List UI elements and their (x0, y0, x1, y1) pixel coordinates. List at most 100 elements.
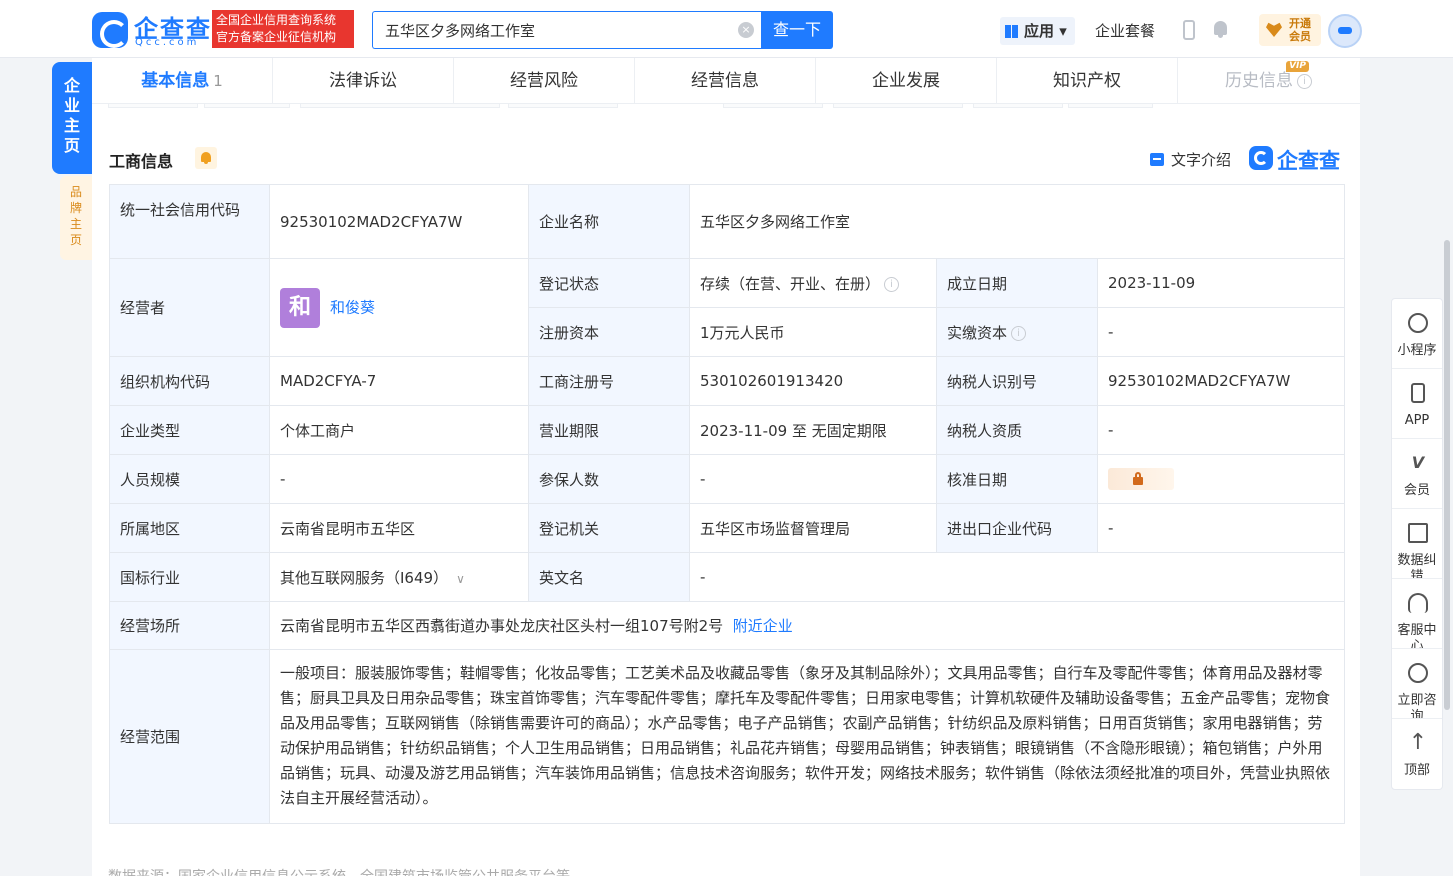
tab-operation[interactable]: 经营信息 (635, 58, 816, 104)
staff-value: - (269, 454, 529, 504)
industry-cell[interactable]: 其他互联网服务（I649） ∨ (269, 552, 529, 602)
edit-icon (1408, 523, 1428, 543)
capital-value: 1万元人民币 (689, 307, 937, 357)
headset-icon (1408, 593, 1428, 613)
insured-value: - (689, 454, 937, 504)
mini-program-icon (1408, 313, 1428, 333)
type-label: 企业类型 (109, 405, 270, 455)
vip-button[interactable]: V 会员 (1392, 439, 1442, 509)
user-avatar[interactable] (1328, 14, 1362, 48)
company-home-tab[interactable]: 企业主页 (52, 62, 92, 174)
vip-open-line-1: 开通 (1289, 17, 1311, 30)
right-item-label: 数据纠错 (1397, 553, 1437, 579)
company-name-label: 企业名称 (528, 184, 690, 259)
info-icon[interactable]: i (1297, 73, 1312, 89)
tab-basic-info[interactable]: 基本信息 1 (92, 58, 273, 104)
text-intro-button[interactable]: 文字介绍 (1150, 149, 1231, 170)
tab-history[interactable]: 历史信息 i VIP (1178, 58, 1359, 104)
org-code-value: MAD2CFYA-7 (269, 356, 529, 406)
founded-label: 成立日期 (936, 258, 1098, 308)
operator-cell: 和和俊葵 (269, 258, 529, 357)
data-source-note: 数据来源：国家企业信用信息公示系统、全国建筑市场监管公共服务平台等 (108, 866, 570, 876)
back-to-top-button[interactable]: ↑ 顶部 (1392, 719, 1442, 789)
qcc-logo-icon (1249, 146, 1273, 170)
qcc-logo-icon[interactable] (92, 12, 128, 48)
taxpayer-id-label: 纳税人识别号 (936, 356, 1098, 406)
search-button[interactable]: 查一下 (761, 11, 833, 49)
enterprise-package-link[interactable]: 企业套餐 (1095, 20, 1155, 41)
qcc-watermark: 企查查 (1249, 145, 1340, 175)
mini-program-button[interactable]: 小程序 (1392, 299, 1442, 369)
capital-label: 注册资本 (528, 307, 690, 357)
scope-label: 经营范围 (109, 649, 270, 824)
insured-label: 参保人数 (528, 454, 690, 504)
region-value: 云南省昆明市五华区 (269, 503, 529, 553)
address-cell: 云南省昆明市五华区西翥街道办事处龙庆社区头村一组107号附2号 附近企业 (268, 601, 1346, 650)
clear-icon[interactable]: × (738, 22, 754, 38)
taxpayer-id-value: 92530102MAD2CFYA7W (1096, 356, 1346, 406)
scrollbar[interactable] (1444, 240, 1450, 710)
data-correction-button[interactable]: 数据纠错 (1392, 509, 1442, 579)
address-label: 经营场所 (109, 601, 270, 650)
industry-value: 其他互联网服务（I649） (280, 568, 449, 587)
chat-icon (1408, 663, 1428, 683)
tab-ip[interactable]: 知识产权 (997, 58, 1178, 104)
apps-menu[interactable]: 应用 ▾ (1000, 17, 1075, 45)
arrow-up-icon: ↑ (1408, 730, 1428, 755)
main-tabs: 基本信息 1 法律诉讼 经营风险 经营信息 企业发展 知识产权 历史信息 i VIP (92, 58, 1360, 104)
tab-development[interactable]: 企业发展 (816, 58, 997, 104)
open-vip-button[interactable]: 开通 会员 (1259, 14, 1321, 46)
customer-service-button[interactable]: 客服中心 (1392, 579, 1442, 649)
authority-label: 登记机关 (528, 503, 690, 553)
top-header: 企查查 Qcc.com 全国企业信用查询系统 官方备案企业征信机构 × 查一下 … (0, 0, 1453, 58)
paid-capital-label-cell: 实缴资本 i (936, 307, 1098, 357)
credit-code-value: 92530102MAD2CFYA7W (269, 184, 529, 259)
lock-icon[interactable] (1108, 468, 1174, 490)
status-label: 登记状态 (528, 258, 690, 308)
badge-line-1: 全国企业信用查询系统 (216, 13, 337, 27)
right-item-label: 顶部 (1403, 763, 1430, 778)
founded-value: 2023-11-09 (1096, 258, 1346, 308)
brand-home-tab[interactable]: 品牌主页 (60, 176, 92, 260)
badge-line-2: 官方备案企业征信机构 (216, 30, 337, 44)
main-panel: 基本信息 1 法律诉讼 经营风险 经营信息 企业发展 知识产权 历史信息 i VIP… (92, 58, 1360, 876)
bell-icon[interactable] (1212, 19, 1229, 39)
subtab-strip (108, 104, 1348, 110)
approval-label: 核准日期 (936, 454, 1098, 504)
right-item-label: 小程序 (1397, 343, 1437, 358)
address-value: 云南省昆明市五华区西翥街道办事处龙庆社区头村一组107号附2号 (280, 617, 724, 635)
english-value: - (688, 552, 1346, 602)
industry-label: 国标行业 (109, 552, 270, 602)
status-value: 存续（在营、开业、在册） (700, 274, 881, 293)
type-value: 个体工商户 (269, 405, 529, 455)
reg-no-label: 工商注册号 (528, 356, 690, 406)
logo-sub: Qcc.com (135, 37, 200, 48)
info-icon[interactable]: i (884, 276, 900, 292)
info-icon[interactable]: i (1011, 325, 1027, 341)
reg-no-value: 530102601913420 (689, 356, 937, 406)
chevron-down-icon[interactable]: ∨ (456, 572, 465, 586)
import-export-value: - (1096, 503, 1346, 553)
grid-icon (1005, 25, 1018, 38)
staff-label: 人员规模 (109, 454, 270, 504)
nearby-companies-link[interactable]: 附近企业 (733, 617, 793, 635)
search-input[interactable] (385, 21, 735, 39)
paid-capital-value: - (1096, 307, 1346, 357)
phone-icon[interactable] (1183, 20, 1195, 40)
operator-avatar[interactable]: 和 (280, 287, 320, 328)
tab-count: 1 (213, 72, 223, 90)
vip-tag: VIP (1286, 61, 1309, 72)
right-item-label: 立即咨询 (1397, 693, 1437, 719)
tab-risk[interactable]: 经营风险 (454, 58, 635, 104)
subscribe-bell-icon[interactable] (195, 147, 217, 169)
authority-value: 五华区市场监督管理局 (689, 503, 937, 553)
operator-label: 经营者 (109, 258, 270, 357)
app-button[interactable]: APP (1392, 369, 1442, 439)
operator-name-link[interactable]: 和俊葵 (330, 298, 375, 316)
tab-legal[interactable]: 法律诉讼 (273, 58, 454, 104)
credit-code-label: 统一社会信用代码 (109, 184, 270, 259)
status-cell: 存续（在营、开业、在册） i (689, 258, 937, 308)
org-code-label: 组织机构代码 (109, 356, 270, 406)
consult-button[interactable]: 立即咨询 (1392, 649, 1442, 719)
apps-label: 应用 ▾ (1024, 22, 1067, 40)
